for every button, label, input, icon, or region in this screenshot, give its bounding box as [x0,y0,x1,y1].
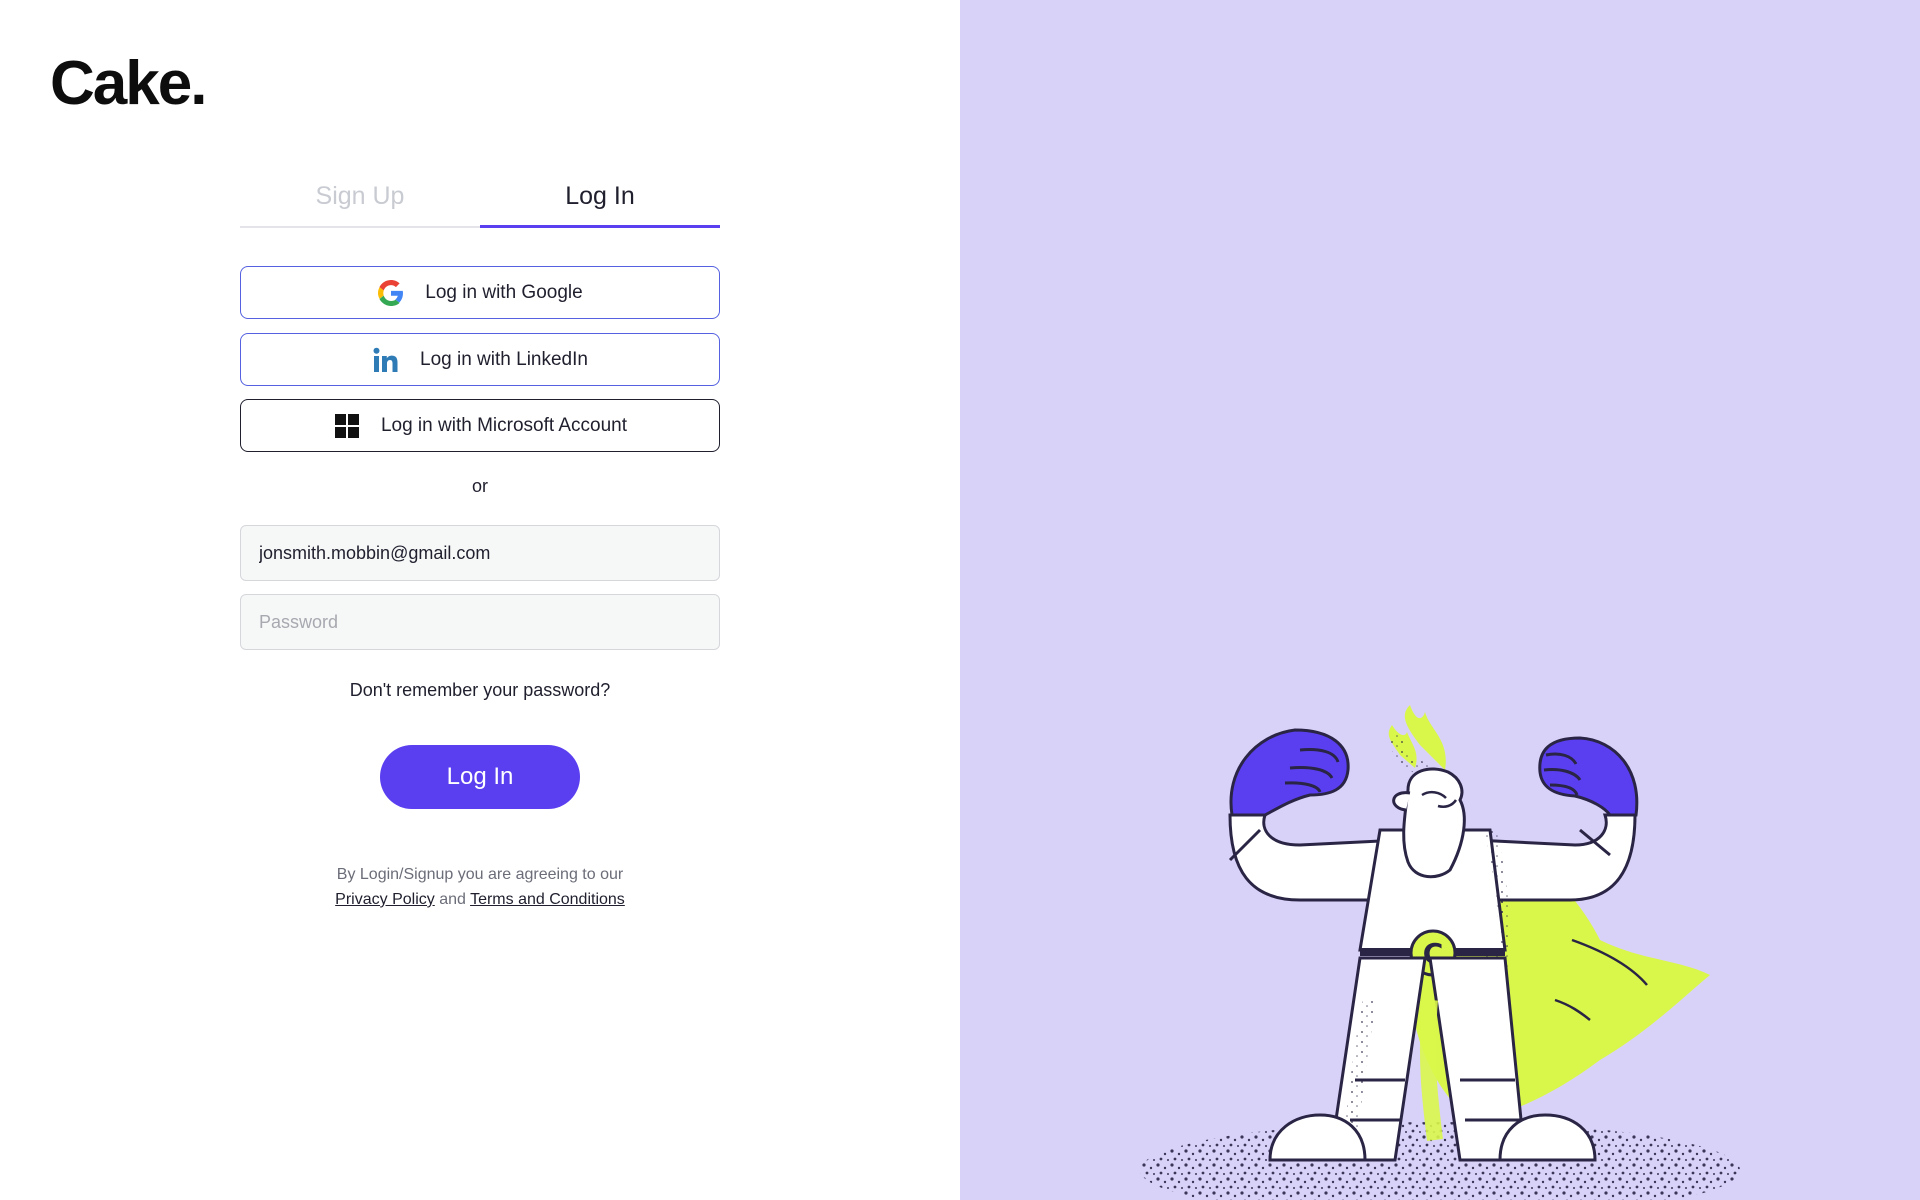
linkedin-icon [372,346,400,374]
log-in-button[interactable]: Log In [380,745,580,809]
divider-or: or [471,476,488,496]
google-login-button[interactable]: Log in with Google [240,266,720,319]
linkedin-login-button[interactable]: Log in with LinkedIn [240,333,720,386]
terms-and-conditions-link[interactable]: Terms and Conditions [470,891,625,908]
legal-prefix: By Login/Signup you are agreeing to our [336,866,624,883]
linkedin-login-label: Log in with LinkedIn [420,348,588,370]
legal-notice: By Login/Signup you are agreeing to our … [240,862,720,912]
microsoft-login-label: Log in with Microsoft Account [380,414,628,436]
cake-logo[interactable]: Cake. [50,48,207,120]
tab-log-in[interactable]: Log In [480,170,720,228]
legal-conjunction: and [439,891,466,908]
microsoft-login-button[interactable]: Log in with Microsoft Account [240,399,720,452]
email-field[interactable] [240,525,720,581]
login-panel: Cake. Sign Up Log In Log in with Google … [0,0,960,1200]
google-login-label: Log in with Google [425,281,583,303]
hero-panel: C [960,0,1920,1200]
forgot-password-link[interactable]: Don't remember your password? [240,680,720,701]
superhero-illustration: C [1140,705,1740,1200]
tab-sign-up[interactable]: Sign Up [240,170,480,226]
google-icon [377,279,405,307]
password-field[interactable] [240,594,720,650]
auth-tabs: Sign Up Log In [240,170,720,228]
privacy-policy-link[interactable]: Privacy Policy [335,891,435,908]
microsoft-icon [333,412,361,440]
